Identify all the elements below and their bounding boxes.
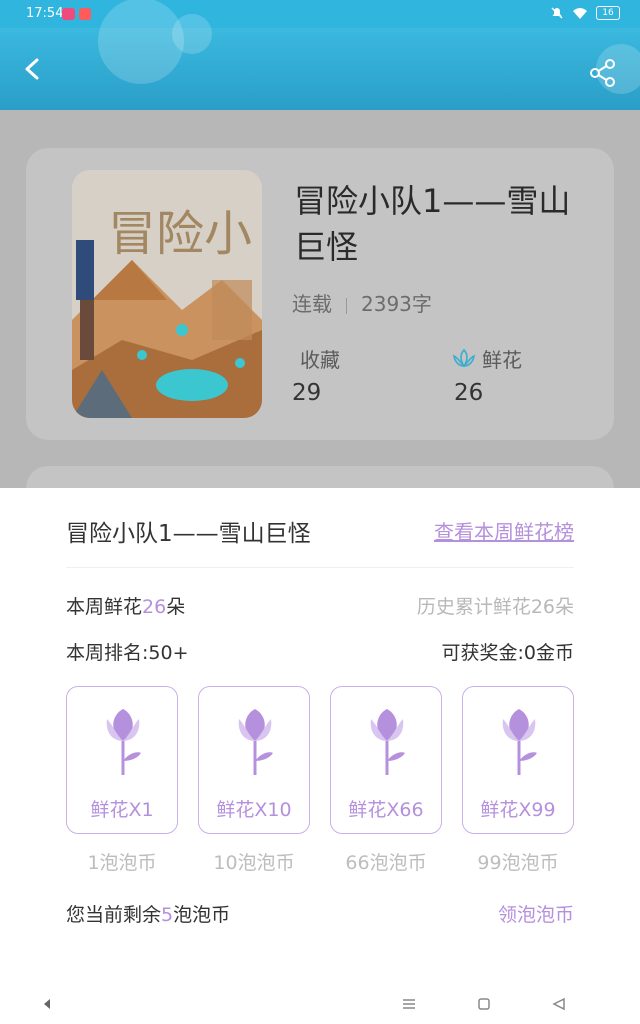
book-meta: 连载 2393字 [292,288,432,317]
gift-option-99[interactable]: 鲜花X99 [462,686,574,834]
word-count: 2393字 [361,292,432,316]
remaining-count: 5 [161,904,174,926]
weekly-rank: 本周排名:50+ [66,642,189,664]
status-icons: 16 [550,6,620,20]
mute-icon [551,7,563,19]
meta-divider [346,297,347,314]
gift-price: 10泡泡币 [213,852,295,874]
gift-price: 99泡泡币 [477,852,559,874]
weekly-flowers-count: 26 [142,596,167,618]
gift-option-66[interactable]: 鲜花X66 [330,686,442,834]
cover-handwritten-text: 冒险小 [108,206,253,262]
get-coins-link[interactable]: 领泡泡币 [498,900,574,927]
history-flowers: 历史累计鲜花26朵 [416,596,574,618]
weekly-flowers-row: 本周鲜花26朵 历史累计鲜花26朵 [66,592,574,619]
wifi-icon [573,8,587,19]
sheet-book-title: 冒险小队1——雪山巨怪 [66,521,311,547]
collect-count: 29 [292,380,322,406]
weekly-flowers-prefix: 本周鲜花 [66,596,143,618]
system-nav-bar [0,984,640,1024]
flower-stat: 鲜花 [452,344,522,373]
weekly-flower-rank-link[interactable]: 查看本周鲜花榜 [434,516,574,545]
top-header [0,0,640,110]
app-notification-icon [62,8,75,20]
gift-label: 鲜花X66 [348,799,424,821]
battery-icon: 16 [596,6,620,20]
divider [66,567,574,568]
remaining-coins: 您当前剩余5泡泡币 [66,900,230,927]
book-cover: 冒险小 [72,170,262,418]
weekly-flowers: 本周鲜花26朵 [66,596,185,618]
collect-label: 收藏 [300,348,340,372]
remaining-suffix: 泡泡币 [173,904,231,926]
back-nav-icon[interactable] [552,997,566,1011]
decor-bubble-small [172,14,212,54]
app-notification-icon-2 [79,8,91,20]
send-flower-sheet: 冒险小队1——雪山巨怪 查看本周鲜花榜 本周鲜花26朵 历史累计鲜花26朵 本周… [0,488,640,1024]
gift-label: 鲜花X10 [216,799,292,821]
gift-option-10[interactable]: 鲜花X10 [198,686,310,834]
weekly-flowers-suffix: 朵 [166,596,186,618]
gift-price: 1泡泡币 [87,852,157,874]
flower-icon [370,709,405,775]
gift-option-1[interactable]: 鲜花X1 [66,686,178,834]
flower-icon [238,709,273,775]
gift-price: 66泡泡币 [345,852,427,874]
flower-icon [106,709,141,775]
back-arrow-icon[interactable] [22,58,44,80]
lotus-icon [452,348,476,367]
book-title: 冒险小队1——雪山巨怪 [294,182,571,266]
flower-icon [502,709,537,775]
remaining-prefix: 您当前剩余 [66,904,162,926]
menu-icon[interactable] [402,998,416,1010]
gift-label: 鲜花X99 [480,799,556,821]
reward-amount: 可获奖金:0金币 [441,642,575,664]
flower-count: 26 [454,380,484,406]
gift-label: 鲜花X1 [90,799,154,821]
flower-label: 鲜花 [482,348,522,372]
home-icon[interactable] [477,997,491,1011]
status-time: 17:54 [26,6,64,21]
serial-status: 连载 [292,292,332,316]
status-bar: 17:54 16 [0,0,640,28]
rank-row: 本周排名:50+ 可获奖金:0金币 [66,638,574,665]
keyboard-hide-icon[interactable] [42,998,52,1010]
share-icon[interactable] [588,58,618,88]
decor-bubble [98,0,184,84]
